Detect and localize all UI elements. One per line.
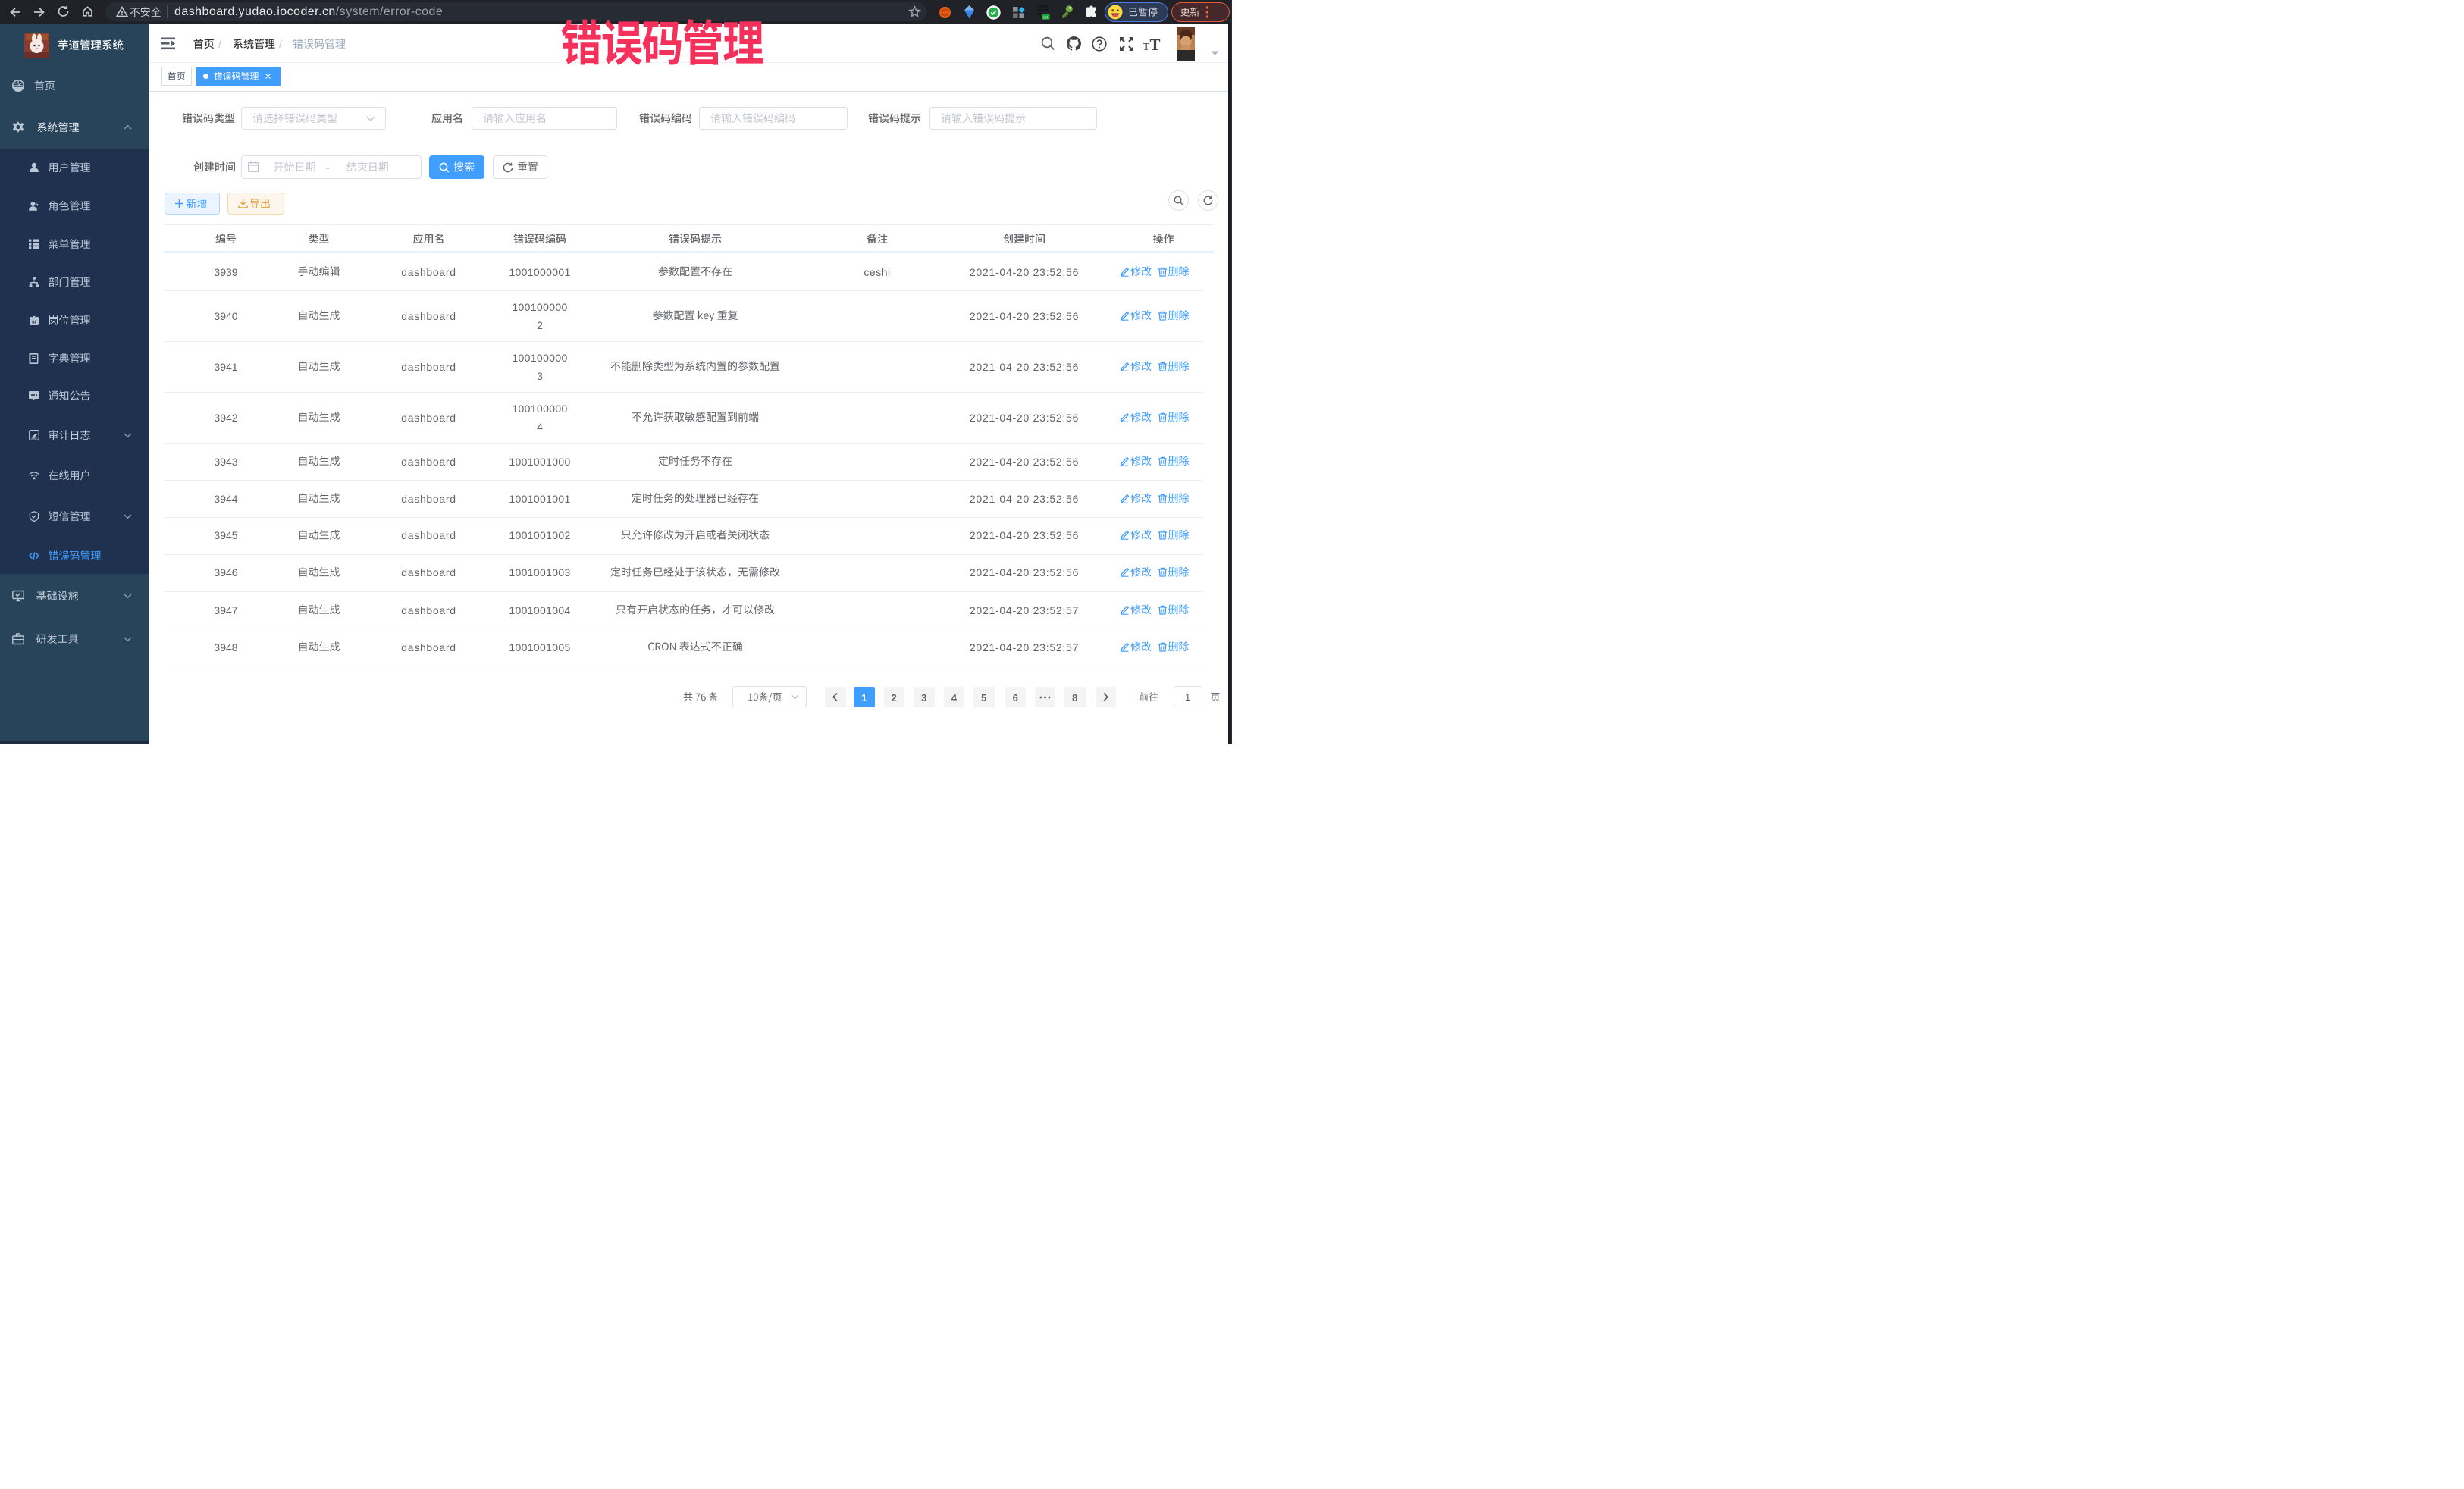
svg-text:on: on (1043, 15, 1048, 20)
svg-text:id: id (32, 319, 36, 324)
